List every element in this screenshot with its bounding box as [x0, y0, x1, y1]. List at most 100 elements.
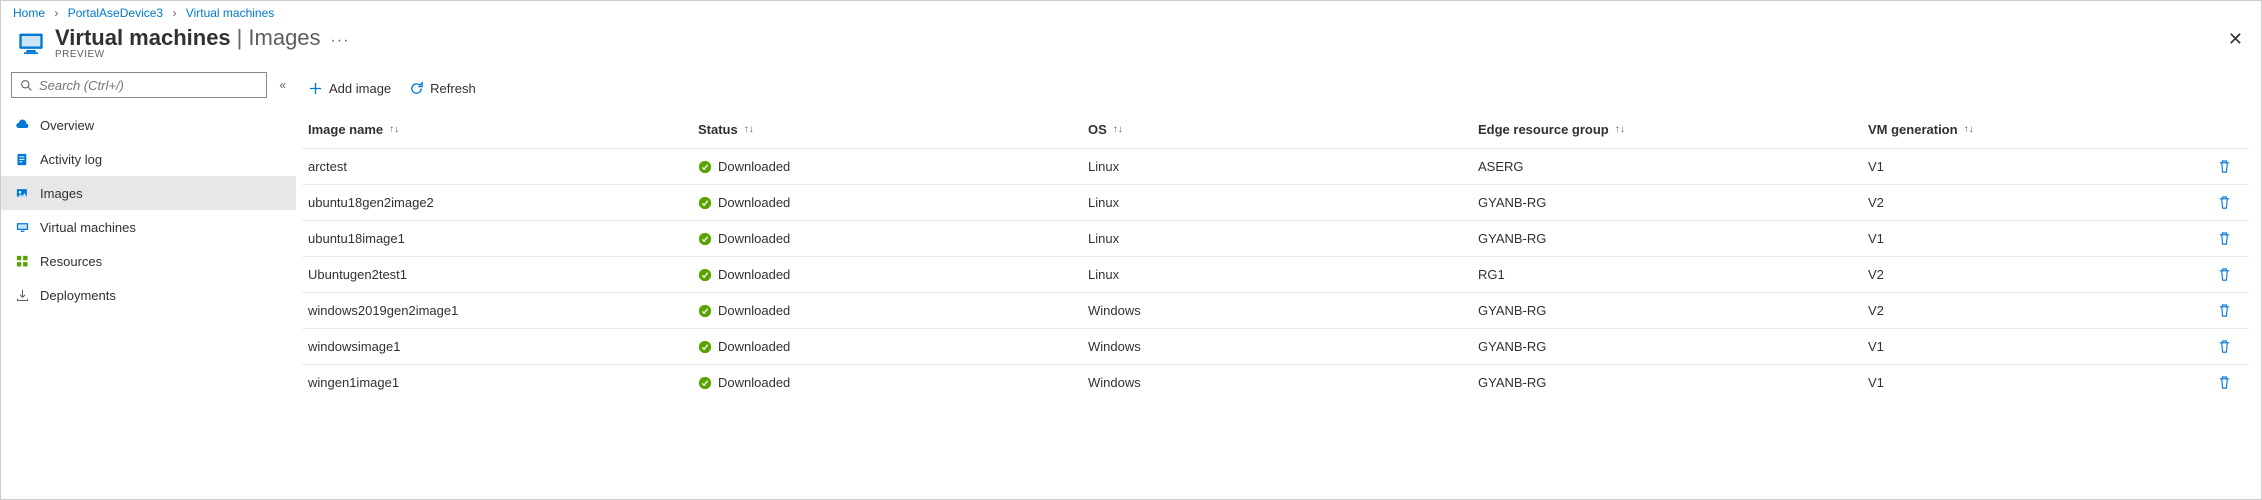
sidebar-item-overview[interactable]: Overview [1, 108, 296, 142]
search-input[interactable] [39, 78, 258, 93]
cloud-icon [15, 118, 30, 133]
add-image-button[interactable]: Add image [308, 81, 391, 96]
sidebar: « Overview Activity log Images Virtual m… [1, 66, 296, 499]
col-status[interactable]: Status↑↓ [698, 122, 1088, 137]
sidebar-item-resources[interactable]: Resources [1, 244, 296, 278]
sidebar-item-label: Deployments [40, 288, 116, 303]
cell-vm-generation: V2 [1868, 303, 2199, 318]
sort-icon: ↑↓ [1113, 125, 1123, 135]
cell-image-name: windowsimage1 [308, 339, 698, 354]
cell-os: Linux [1088, 195, 1478, 210]
delete-icon[interactable] [2217, 159, 2232, 174]
cell-image-name: wingen1image1 [308, 375, 698, 390]
sort-icon: ↑↓ [1615, 125, 1625, 135]
cell-edge-resource-group: GYANB-RG [1478, 303, 1868, 318]
sidebar-item-label: Images [40, 186, 83, 201]
close-icon[interactable]: ✕ [2228, 29, 2243, 50]
vm-icon [15, 220, 30, 235]
table-row[interactable]: ubuntu18image1DownloadedLinuxGYANB-RGV1 [302, 220, 2249, 256]
sidebar-item-label: Virtual machines [40, 220, 136, 235]
success-icon [698, 376, 712, 390]
delete-icon[interactable] [2217, 339, 2232, 354]
page-subtitle: Images [248, 25, 320, 51]
cell-os: Linux [1088, 159, 1478, 174]
success-icon [698, 232, 712, 246]
cell-os: Windows [1088, 303, 1478, 318]
deployments-icon [15, 288, 30, 303]
virtual-machines-icon [17, 29, 45, 57]
sidebar-item-deployments[interactable]: Deployments [1, 278, 296, 312]
cell-edge-resource-group: ASERG [1478, 159, 1868, 174]
cell-os: Linux [1088, 267, 1478, 282]
cell-image-name: ubuntu18gen2image2 [308, 195, 698, 210]
sidebar-item-images[interactable]: Images [1, 176, 296, 210]
success-icon [698, 304, 712, 318]
cell-image-name: windows2019gen2image1 [308, 303, 698, 318]
search-icon [20, 79, 33, 92]
breadcrumb-current[interactable]: Virtual machines [186, 6, 275, 20]
cell-status: Downloaded [698, 303, 1088, 318]
plus-icon [308, 81, 323, 96]
cell-edge-resource-group: GYANB-RG [1478, 375, 1868, 390]
cell-edge-resource-group: GYANB-RG [1478, 195, 1868, 210]
cell-status: Downloaded [698, 267, 1088, 282]
log-icon [15, 152, 30, 167]
page-title: Virtual machines [55, 25, 231, 51]
sidebar-item-activity-log[interactable]: Activity log [1, 142, 296, 176]
cell-os: Windows [1088, 339, 1478, 354]
col-edge-resource-group[interactable]: Edge resource group↑↓ [1478, 122, 1868, 137]
cell-os: Windows [1088, 375, 1478, 390]
table-row[interactable]: wingen1image1DownloadedWindowsGYANB-RGV1 [302, 364, 2249, 400]
cell-edge-resource-group: GYANB-RG [1478, 231, 1868, 246]
table-row[interactable]: ubuntu18gen2image2DownloadedLinuxGYANB-R… [302, 184, 2249, 220]
col-vm-generation[interactable]: VM generation↑↓ [1868, 122, 2199, 137]
resources-icon [15, 254, 30, 269]
col-os[interactable]: OS↑↓ [1088, 122, 1478, 137]
success-icon [698, 340, 712, 354]
breadcrumb-device[interactable]: PortalAseDevice3 [68, 6, 163, 20]
delete-icon[interactable] [2217, 267, 2232, 282]
cell-image-name: Ubuntugen2test1 [308, 267, 698, 282]
cell-status: Downloaded [698, 195, 1088, 210]
col-image-name[interactable]: Image name↑↓ [308, 122, 698, 137]
delete-icon[interactable] [2217, 231, 2232, 246]
cell-vm-generation: V2 [1868, 195, 2199, 210]
cell-image-name: ubuntu18image1 [308, 231, 698, 246]
sort-icon: ↑↓ [744, 125, 754, 135]
refresh-button[interactable]: Refresh [409, 81, 476, 96]
delete-icon[interactable] [2217, 195, 2232, 210]
table-row[interactable]: windowsimage1DownloadedWindowsGYANB-RGV1 [302, 328, 2249, 364]
cell-vm-generation: V1 [1868, 339, 2199, 354]
table-row[interactable]: Ubuntugen2test1DownloadedLinuxRG1V2 [302, 256, 2249, 292]
chevron-right-icon: › [172, 6, 176, 20]
table-row[interactable]: windows2019gen2image1DownloadedWindowsGY… [302, 292, 2249, 328]
sidebar-item-virtual-machines[interactable]: Virtual machines [1, 210, 296, 244]
breadcrumb: Home › PortalAseDevice3 › Virtual machin… [1, 1, 2261, 23]
table-row[interactable]: arctestDownloadedLinuxASERGV1 [302, 148, 2249, 184]
delete-icon[interactable] [2217, 303, 2232, 318]
breadcrumb-home[interactable]: Home [13, 6, 45, 20]
collapse-sidebar-icon[interactable]: « [279, 78, 286, 92]
more-button[interactable]: ··· [331, 32, 350, 50]
cell-vm-generation: V1 [1868, 159, 2199, 174]
cell-edge-resource-group: RG1 [1478, 267, 1868, 282]
sidebar-item-label: Activity log [40, 152, 102, 167]
cell-image-name: arctest [308, 159, 698, 174]
images-icon [15, 186, 30, 201]
sidebar-item-label: Overview [40, 118, 94, 133]
cell-edge-resource-group: GYANB-RG [1478, 339, 1868, 354]
cell-os: Linux [1088, 231, 1478, 246]
success-icon [698, 196, 712, 210]
cell-status: Downloaded [698, 159, 1088, 174]
delete-icon[interactable] [2217, 375, 2232, 390]
sort-icon: ↑↓ [389, 125, 399, 135]
images-table: Image name↑↓ Status↑↓ OS↑↓ Edge resource… [302, 112, 2249, 400]
sort-icon: ↑↓ [1964, 125, 1974, 135]
cell-vm-generation: V1 [1868, 375, 2199, 390]
success-icon [698, 268, 712, 282]
preview-badge: PREVIEW [55, 49, 350, 60]
chevron-right-icon: › [54, 6, 58, 20]
blade-header: Virtual machines | Images ··· PREVIEW ✕ [1, 23, 2261, 66]
search-box[interactable] [11, 72, 267, 98]
cell-vm-generation: V1 [1868, 231, 2199, 246]
